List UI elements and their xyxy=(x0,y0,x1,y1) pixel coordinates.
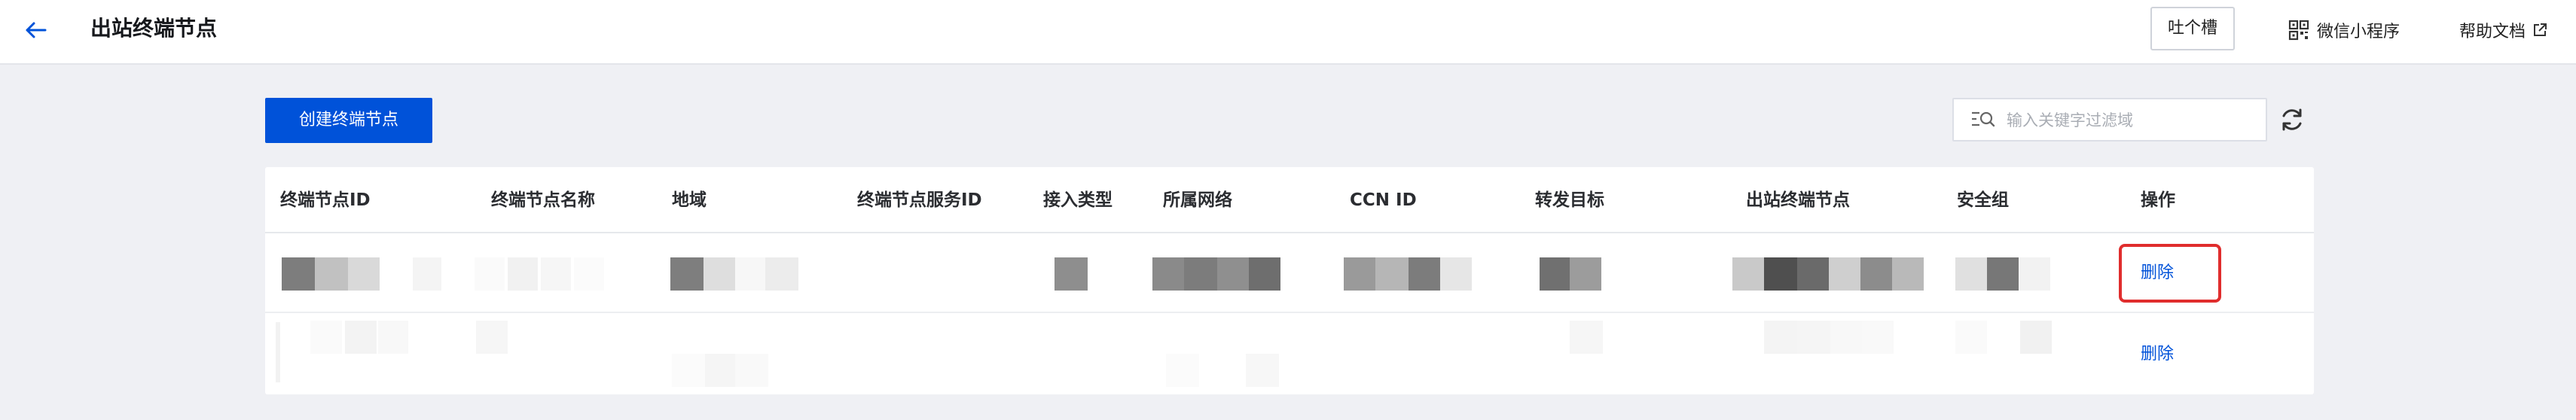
col-region: 地域 xyxy=(672,190,707,210)
delete-link[interactable]: 删除 xyxy=(2141,338,2174,371)
col-actions: 操作 xyxy=(2141,190,2175,210)
help-docs-label: 帮助文档 xyxy=(2459,23,2526,41)
search-input[interactable]: 输入关键字过滤域 xyxy=(1952,98,2267,142)
col-endpoint-name: 终端节点名称 xyxy=(491,190,595,210)
top-bar: 出站终端节点 吐个槽 微信小程序 帮助文档 xyxy=(0,0,2576,65)
search-placeholder: 输入关键字过滤域 xyxy=(2007,111,2133,129)
highlight-box xyxy=(2119,244,2221,303)
mini-program-link[interactable]: 微信小程序 xyxy=(2288,15,2400,45)
back-arrow-icon[interactable] xyxy=(21,15,51,45)
help-docs-link[interactable]: 帮助文档 xyxy=(2459,15,2548,45)
filter-search-icon xyxy=(1972,111,1995,127)
external-link-icon xyxy=(2534,23,2547,36)
table-header: 终端节点ID 终端节点名称 地域 终端节点服务ID 接入类型 所属网络 CCN … xyxy=(265,167,2314,233)
feedback-button[interactable]: 吐个槽 xyxy=(2150,7,2235,50)
col-outbound-endpoint: 出站终端节点 xyxy=(1746,190,1850,210)
table-row: 删除 xyxy=(265,315,2314,394)
col-network: 所属网络 xyxy=(1163,190,1232,210)
mini-program-label: 微信小程序 xyxy=(2317,23,2401,41)
create-endpoint-button[interactable]: 创建终端节点 xyxy=(265,98,432,143)
col-endpoint-id: 终端节点ID xyxy=(280,190,371,210)
refresh-icon[interactable] xyxy=(2278,105,2306,134)
col-ccn-id: CCN ID xyxy=(1350,190,1417,210)
qr-code-icon xyxy=(2288,20,2309,41)
page-title: 出站终端节点 xyxy=(90,16,218,41)
col-forward-target: 转发目标 xyxy=(1535,190,1604,210)
table-row: 删除 xyxy=(265,233,2314,313)
col-access-type: 接入类型 xyxy=(1043,190,1113,210)
col-security-group: 安全组 xyxy=(1957,190,2009,210)
redacted-access-type xyxy=(1055,257,1088,291)
endpoint-table: 终端节点ID 终端节点名称 地域 终端节点服务ID 接入类型 所属网络 CCN … xyxy=(265,167,2314,394)
col-service-id: 终端节点服务ID xyxy=(857,190,982,210)
